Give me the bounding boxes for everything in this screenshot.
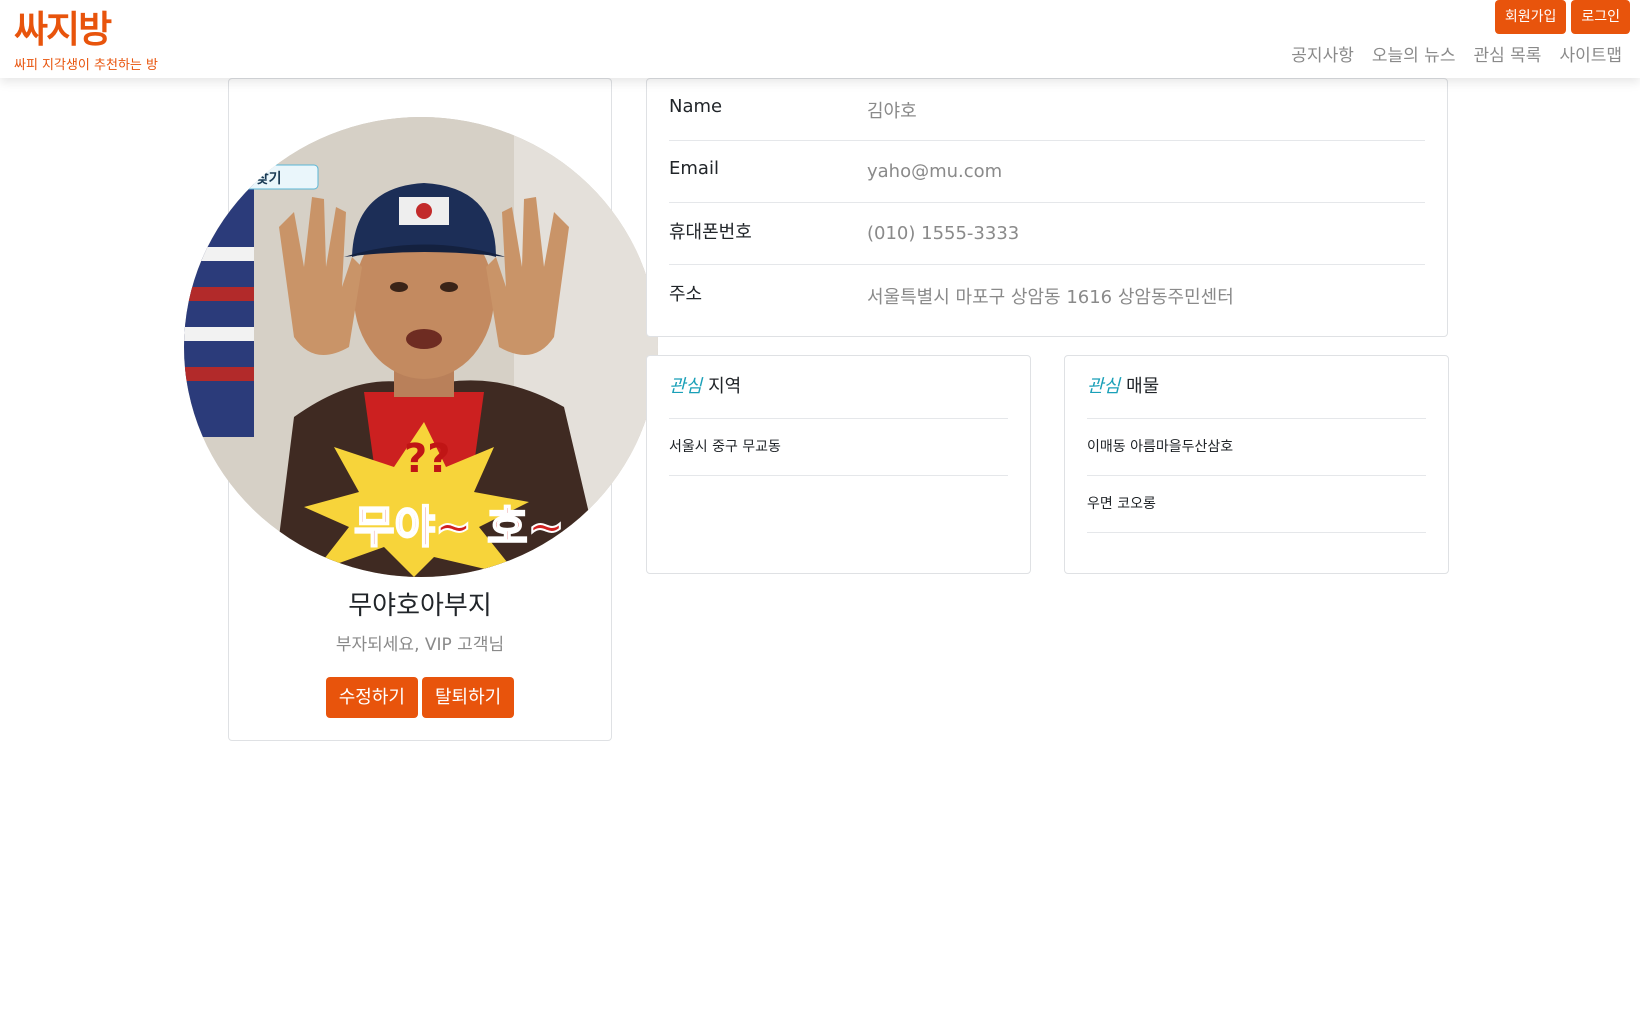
interest-property-title: 관심 매물 bbox=[1087, 356, 1426, 419]
interest-region-card: 관심 지역 서울시 중구 무교동 bbox=[646, 355, 1031, 574]
interest-accent: 관심 bbox=[1087, 376, 1121, 397]
info-label: Name bbox=[669, 96, 723, 117]
svg-text:씨 찾기: 씨 찾기 bbox=[238, 170, 282, 187]
info-value: yaho@mu.com bbox=[867, 161, 1003, 182]
info-value: 김야호 bbox=[867, 100, 917, 122]
info-label: 주소 bbox=[669, 284, 703, 305]
info-value: (010) 1555-3333 bbox=[867, 223, 1020, 244]
edit-profile-button[interactable]: 수정하기 bbox=[325, 677, 418, 718]
svg-text:??: ?? bbox=[404, 436, 450, 482]
info-row-name: Name 김야호 bbox=[669, 79, 1425, 141]
profile-actions: 수정하기 탈퇴하기 bbox=[229, 677, 611, 718]
brand-tagline: 싸피 지각생이 추천하는 방 bbox=[14, 58, 158, 73]
photo-caption: 무야~ 호~ bbox=[354, 502, 565, 553]
info-label: 휴대폰번호 bbox=[669, 221, 752, 243]
interest-property-heading: 매물 bbox=[1126, 376, 1160, 397]
list-item[interactable]: 이매동 아름마을두산삼호 bbox=[1087, 419, 1426, 476]
auth-buttons: 회원가입 로그인 bbox=[1494, 0, 1630, 34]
brand-link[interactable]: 싸지방 싸피 지각생이 추천하는 방 bbox=[14, 8, 158, 74]
signup-button[interactable]: 회원가입 bbox=[1494, 0, 1567, 34]
nav-news[interactable]: 오늘의 뉴스 bbox=[1372, 44, 1456, 68]
brand-logo: 싸지방 bbox=[14, 8, 112, 51]
interest-accent: 관심 bbox=[669, 376, 703, 397]
main-nav: 공지사항 오늘의 뉴스 관심 목록 사이트맵 bbox=[1291, 44, 1622, 68]
list-item[interactable]: 우면 코오롱 bbox=[1087, 476, 1426, 533]
withdraw-button[interactable]: 탈퇴하기 bbox=[422, 677, 515, 718]
profile-subtitle: 부자되세요, VIP 고객님 bbox=[335, 635, 505, 655]
nav-interest-list[interactable]: 관심 목록 bbox=[1473, 44, 1541, 68]
login-button[interactable]: 로그인 bbox=[1571, 0, 1630, 34]
profile-photo: 씨 찾기 무야~ 호~ ?? bbox=[184, 117, 658, 577]
profile-card: 씨 찾기 무야~ 호~ ?? 무야호아부지 부자되세요, VIP 고객님 수정하… bbox=[184, 78, 658, 741]
list-item[interactable]: 서울시 중구 무교동 bbox=[669, 419, 1008, 476]
info-value: 서울특별시 마포구 상암동 1616 상암동주민센터 bbox=[867, 287, 1234, 308]
nav-sitemap[interactable]: 사이트맵 bbox=[1559, 44, 1622, 68]
user-info-card: Name 김야호 Email yaho@mu.com 휴대폰번호 (010) 1… bbox=[646, 78, 1448, 337]
navbar: 싸지방 싸피 지각생이 추천하는 방 회원가입 로그인 공지사항 오늘의 뉴스 … bbox=[0, 0, 1640, 78]
profile-avatar: 씨 찾기 무야~ 호~ ?? bbox=[184, 117, 658, 577]
nav-notice[interactable]: 공지사항 bbox=[1291, 44, 1354, 68]
profile-name: 무야호아부지 bbox=[348, 591, 492, 621]
interest-property-card: 관심 매물 이매동 아름마을두산삼호 우면 코오롱 bbox=[1064, 355, 1449, 574]
info-row-email: Email yaho@mu.com bbox=[669, 141, 1425, 203]
info-row-phone: 휴대폰번호 (010) 1555-3333 bbox=[669, 203, 1425, 265]
interest-region-title: 관심 지역 bbox=[669, 356, 1008, 419]
interest-region-heading: 지역 bbox=[708, 376, 742, 397]
info-row-address: 주소 서울특별시 마포구 상암동 1616 상암동주민센터 bbox=[669, 265, 1425, 327]
info-label: Email bbox=[669, 158, 719, 179]
